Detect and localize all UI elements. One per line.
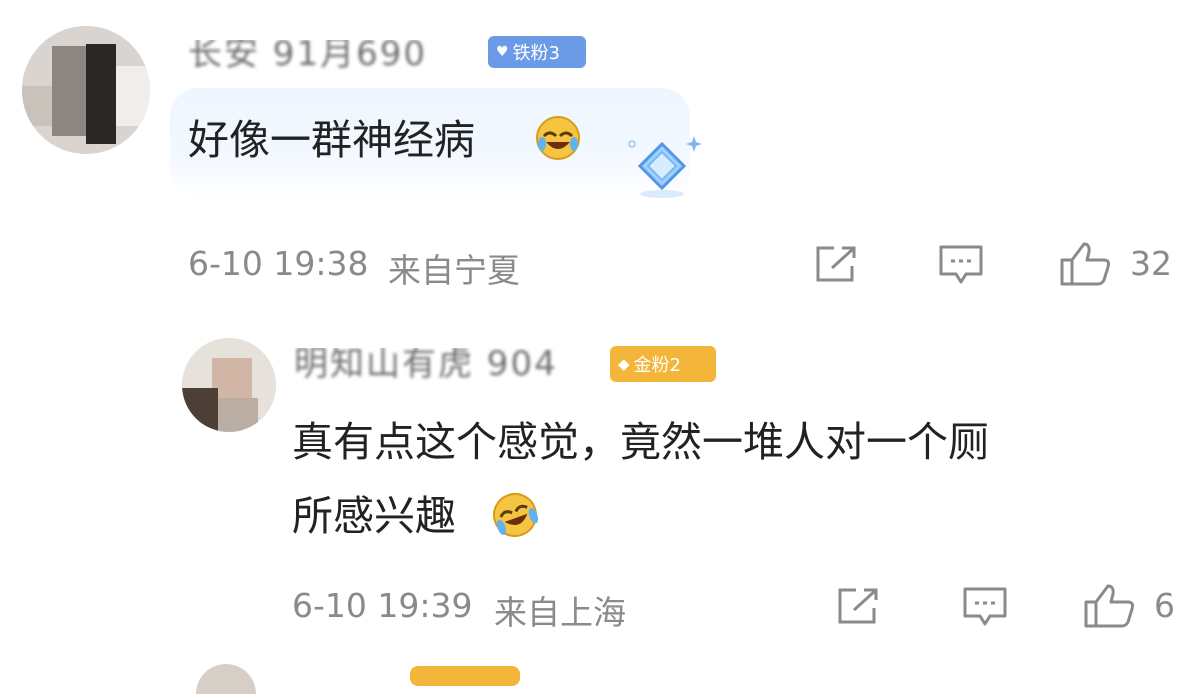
avatar[interactable]: [22, 26, 150, 154]
badge-heart-icon: ♥: [496, 44, 509, 60]
comment-text-line-2: 所感兴趣: [292, 492, 456, 540]
avatar[interactable]: [182, 338, 276, 432]
username[interactable]: 明知山有虎 904: [294, 348, 558, 382]
next-badge-partial: [410, 666, 520, 686]
avatar-pixel: [182, 388, 218, 432]
avatar-pixel: [52, 46, 88, 136]
like-icon[interactable]: [1082, 582, 1136, 630]
comment-icon[interactable]: [938, 244, 984, 286]
comment-text-line-1: 真有点这个感觉，竟然一堆人对一个厕: [292, 418, 989, 466]
comment-location: 来自宁夏: [388, 251, 520, 290]
badge-gem-icon: ◆: [618, 355, 630, 373]
crying-laughing-emoji-icon: [490, 490, 540, 544]
diamond-decoration-icon: [622, 132, 702, 206]
avatar-pixel: [218, 398, 258, 432]
username-clip: 长安 91月690: [188, 40, 488, 70]
avatar-pixel: [116, 66, 150, 126]
fan-badge[interactable]: ♥ 铁粉3: [488, 36, 586, 68]
badge-label: 铁粉3: [512, 43, 561, 64]
like-count: 6: [1154, 586, 1175, 625]
avatar-pixel: [86, 44, 116, 144]
username[interactable]: 长安 91月690: [188, 40, 427, 70]
comment-time: 6-10 19:39: [292, 586, 473, 625]
comment-text: 好像一群神经病: [188, 116, 475, 164]
badge-label: 金粉2: [633, 355, 681, 376]
share-icon[interactable]: [836, 586, 880, 626]
comment-location: 来自上海: [494, 593, 626, 632]
next-avatar-partial: [196, 664, 256, 694]
like-icon[interactable]: [1058, 240, 1112, 288]
username-clip: 明知山有虎 904: [294, 348, 604, 382]
comment-icon[interactable]: [962, 586, 1008, 628]
like-count: 32: [1130, 244, 1172, 283]
fan-badge[interactable]: ◆ 金粉2: [610, 346, 716, 382]
avatar-pixel: [22, 86, 52, 126]
comment-time: 6-10 19:38: [188, 244, 369, 283]
share-icon[interactable]: [814, 244, 858, 284]
laughing-tears-emoji-icon: [534, 114, 582, 166]
